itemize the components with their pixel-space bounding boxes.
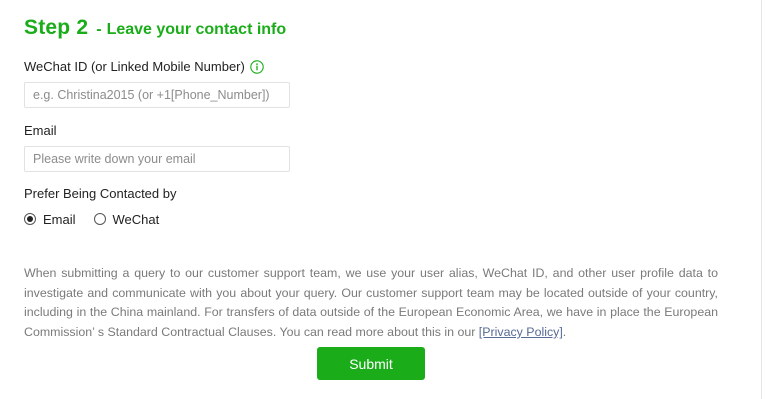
contact-info-page: Step 2 - Leave your contact info WeChat …	[0, 0, 768, 399]
privacy-notice-text: When submitting a query to our customer …	[24, 266, 718, 340]
submit-button[interactable]: Submit	[317, 347, 425, 380]
contact-form: Step 2 - Leave your contact info WeChat …	[24, 16, 720, 228]
wechat-id-label-row: WeChat ID (or Linked Mobile Number)	[24, 58, 720, 76]
info-icon[interactable]	[250, 60, 264, 74]
radio-selected-dot	[27, 216, 33, 222]
contact-preference-radio-group: Email WeChat	[24, 210, 720, 228]
scrollbar-track[interactable]	[761, 0, 762, 399]
radio-wechat-label: WeChat	[112, 211, 160, 227]
radio-option-wechat[interactable]: WeChat	[93, 211, 160, 227]
step-heading: Step 2 - Leave your contact info	[24, 16, 720, 46]
email-label-row: Email	[24, 122, 720, 140]
step-separator: -	[96, 21, 102, 38]
wechat-id-label: WeChat ID (or Linked Mobile Number)	[24, 59, 245, 74]
privacy-policy-link[interactable]: [Privacy Policy]	[479, 325, 563, 339]
radio-email-label: Email	[43, 211, 76, 227]
privacy-notice-end: .	[562, 325, 567, 340]
wechat-id-input[interactable]	[24, 82, 290, 108]
radio-email-button[interactable]	[24, 213, 36, 225]
step-number: Step 2	[24, 16, 89, 39]
radio-option-email[interactable]: Email	[24, 212, 76, 227]
radio-wechat-button[interactable]	[93, 213, 106, 225]
email-label: Email	[24, 123, 57, 138]
contact-preference-label: Prefer Being Contacted by	[24, 186, 177, 201]
contact-preference-label-row: Prefer Being Contacted by	[24, 185, 720, 203]
privacy-notice: When submitting a query to our customer …	[24, 264, 718, 343]
step-subtitle: Leave your contact info	[106, 21, 287, 38]
email-input[interactable]	[24, 146, 290, 172]
